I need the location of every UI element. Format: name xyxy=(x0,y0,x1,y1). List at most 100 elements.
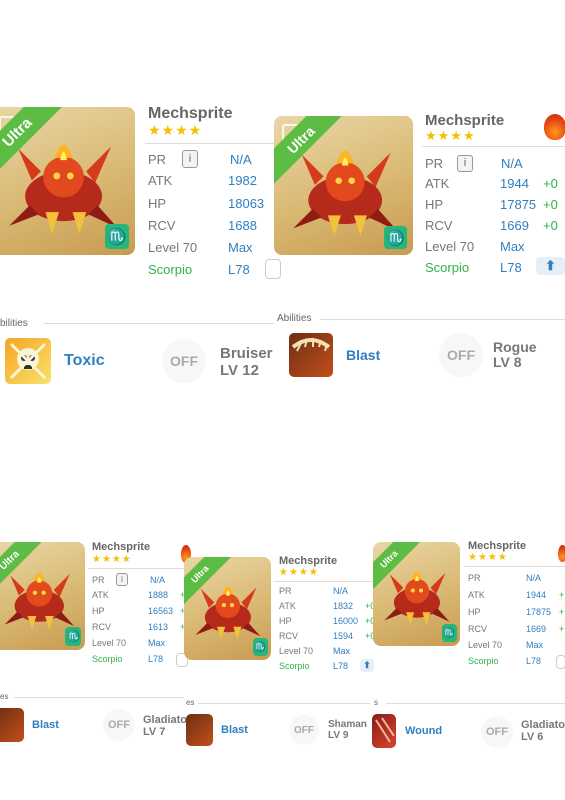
level-label: Level 70 xyxy=(425,239,475,254)
atk-label: ATK xyxy=(468,590,485,600)
atk-label: ATK xyxy=(279,601,296,611)
hp-delta: +0 xyxy=(543,197,558,212)
other-ability-name: Rogue xyxy=(493,339,537,355)
info-icon[interactable]: i xyxy=(457,155,473,172)
blast-ability-icon[interactable] xyxy=(186,714,213,746)
rcv-value: 1669 xyxy=(526,624,547,634)
scorpio-value: L78 xyxy=(526,656,542,666)
star-rating: ★★★★ xyxy=(92,554,132,565)
abilities-divider xyxy=(14,697,184,698)
off-badge-icon: OFF xyxy=(481,716,513,748)
other-ability-name: Gladiato xyxy=(143,714,188,726)
abilities-heading: Abilities xyxy=(277,313,312,324)
toxic-ability-icon[interactable] xyxy=(5,338,51,384)
hp-value: 18063 xyxy=(228,196,265,211)
monster-portrait[interactable]: Ultra ♏ xyxy=(274,116,413,255)
abilities-heading: bilities xyxy=(0,318,28,329)
abilities-heading: s xyxy=(374,698,378,707)
other-ability-level: LV 7 xyxy=(143,726,166,739)
star-rating: ★★★★ xyxy=(148,122,203,138)
level-label: Level 70 xyxy=(92,638,127,648)
scorpio-emblem-icon: ♏ xyxy=(252,638,268,656)
scorpio-emblem-icon: ♏ xyxy=(441,624,457,642)
other-ability: Gladiato LV 7 xyxy=(143,714,187,738)
level-value: Max xyxy=(500,239,525,254)
other-ability: Bruiser LV 12 xyxy=(220,345,273,379)
blast-ability-icon[interactable] xyxy=(289,333,333,377)
scorpio-emblem-icon: ♏ xyxy=(383,225,408,250)
pr-label: PR xyxy=(279,586,292,596)
upgrade-button[interactable] xyxy=(265,259,281,279)
off-badge-icon: OFF xyxy=(439,333,483,377)
abilities-divider xyxy=(320,319,565,320)
info-icon[interactable]: i xyxy=(182,150,198,168)
blast-ability-icon[interactable] xyxy=(0,708,24,742)
abilities-divider xyxy=(198,703,370,704)
abilities-heading: es xyxy=(186,698,195,707)
star-rating: ★★★★ xyxy=(425,128,476,143)
ability-name: Blast xyxy=(221,724,248,736)
other-ability: Gladiato LV 6 xyxy=(521,719,565,743)
atk-label: ATK xyxy=(148,173,173,188)
monster-portrait[interactable]: Ultra ♏ xyxy=(0,107,135,255)
rcv-delta: + xyxy=(559,624,565,634)
pr-label: PR xyxy=(425,156,444,171)
ability-name: Toxic xyxy=(64,352,105,369)
abilities-heading: es xyxy=(0,692,9,701)
wound-ability-icon[interactable] xyxy=(372,714,396,748)
pr-value: N/A xyxy=(501,156,523,171)
abilities-divider xyxy=(44,323,274,324)
monster-name: Mechsprite xyxy=(92,541,151,553)
ability-name: Wound xyxy=(405,725,443,737)
divider xyxy=(274,581,374,582)
hp-label: HP xyxy=(425,197,444,212)
scorpio-value: L78 xyxy=(148,654,164,664)
divider xyxy=(422,146,565,147)
upgrade-button[interactable] xyxy=(556,655,565,669)
monster-name: Mechsprite xyxy=(425,112,505,129)
monster-portrait[interactable]: Ultra ♏ xyxy=(184,557,271,660)
scorpio-label: Scorpio xyxy=(468,656,499,666)
level-label: Level 70 xyxy=(468,640,503,650)
rcv-delta: +0 xyxy=(543,218,558,233)
scorpio-value: L78 xyxy=(228,262,250,277)
atk-value: 1832 xyxy=(333,601,354,611)
hp-label: HP xyxy=(148,196,167,211)
arrow-up-icon[interactable]: ⬆ xyxy=(360,659,374,672)
pr-value: N/A xyxy=(333,586,349,596)
other-ability-name: Shaman xyxy=(328,719,367,730)
pr-value: N/A xyxy=(230,151,252,167)
level-value: Max xyxy=(228,240,253,255)
info-icon[interactable]: i xyxy=(116,573,128,586)
rcv-value: 1669 xyxy=(500,218,529,233)
hp-value: 17875 xyxy=(500,197,537,212)
scorpio-label: Scorpio xyxy=(148,262,193,277)
pr-value: N/A xyxy=(526,573,542,583)
scorpio-value: L78 xyxy=(333,661,349,671)
atk-label: ATK xyxy=(92,590,109,600)
scorpio-emblem-icon: ♏ xyxy=(104,223,130,250)
monster-name: Mechsprite xyxy=(468,540,527,552)
monster-portrait[interactable]: Ultra ♏ xyxy=(373,542,460,646)
hp-label: HP xyxy=(279,616,292,626)
monster-portrait[interactable]: Ultra ♏ xyxy=(0,542,85,650)
divider xyxy=(145,143,280,144)
rcv-label: RCV xyxy=(148,218,176,233)
off-badge-icon: OFF xyxy=(289,715,319,745)
level-value: Max xyxy=(526,640,544,650)
hp-value: 16000 xyxy=(333,616,359,626)
pr-label: PR xyxy=(148,151,167,167)
atk-value: 1888 xyxy=(148,590,169,600)
divider xyxy=(88,568,188,569)
ability-name: Blast xyxy=(346,347,381,363)
atk-value: 1944 xyxy=(526,590,547,600)
rcv-label: RCV xyxy=(468,624,488,634)
other-ability: Rogue LV 8 xyxy=(493,339,537,371)
monster-name: Mechsprite xyxy=(148,105,233,122)
other-ability: Shaman LV 9 xyxy=(328,719,367,741)
monster-name: Mechsprite xyxy=(279,555,338,567)
other-ability-level: LV 9 xyxy=(328,730,349,741)
arrow-up-icon[interactable]: ⬆ xyxy=(536,257,565,275)
rcv-value: 1613 xyxy=(148,622,169,632)
abilities-divider xyxy=(386,703,565,704)
